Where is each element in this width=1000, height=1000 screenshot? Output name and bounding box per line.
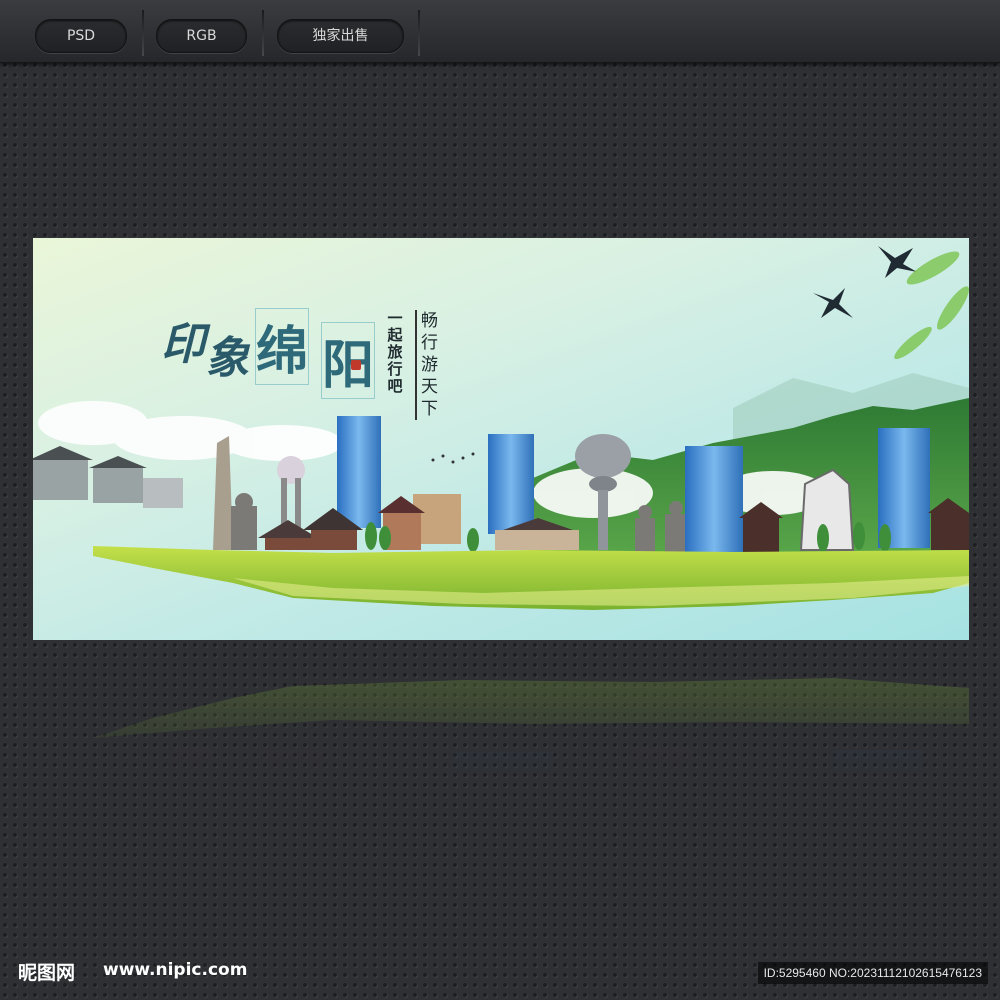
subtitle-char: 起 xyxy=(387,326,403,344)
site-url[interactable]: www.nipic.com xyxy=(103,960,247,980)
toolbar-divider xyxy=(142,10,144,56)
slogan-char: 天 xyxy=(421,377,438,397)
slogan-char: 行 xyxy=(421,333,438,353)
slogan-char: 畅 xyxy=(421,311,438,331)
top-toolbar: PSD RGB 独家出售 xyxy=(0,0,1000,63)
nipic-logo: 昵图网 xyxy=(18,962,76,984)
blue-tower-curved xyxy=(685,446,743,554)
exclusive-sale-tag[interactable]: 独家出售 xyxy=(277,19,404,53)
slogan-char: 游 xyxy=(421,355,438,375)
banner-reflection xyxy=(33,658,969,778)
subtitle-char: 行 xyxy=(387,360,403,378)
banner-title: 印 象 绵 阳 xyxy=(161,300,401,400)
subtitle-char: 吧 xyxy=(387,377,403,395)
slogan-char: 下 xyxy=(421,399,438,419)
rgb-tag[interactable]: RGB xyxy=(156,19,247,53)
title-char-1: 印 xyxy=(161,319,205,370)
banner-subtitle: 一 起 旅 行 吧 xyxy=(385,310,405,395)
toolbar-divider xyxy=(418,10,420,56)
title-char-2: 象 xyxy=(205,333,249,384)
banner-slogan: 畅 行 游 天 下 xyxy=(415,310,445,420)
psd-tag[interactable]: PSD xyxy=(35,19,127,53)
banner-artwork: 印 象 绵 阳 一 起 旅 行 吧 畅 行 游 天 下 xyxy=(33,238,969,640)
title-char-3: 绵 xyxy=(255,308,310,385)
subtitle-char: 一 xyxy=(387,309,403,327)
title-char-4: 阳 xyxy=(321,322,376,399)
reflection-illustration xyxy=(93,678,969,778)
blue-tower-left xyxy=(337,416,381,528)
swallow-birds xyxy=(813,246,917,318)
banner-illustration xyxy=(33,246,969,610)
red-seal xyxy=(351,360,361,370)
subtitle-char: 旅 xyxy=(387,343,403,361)
image-id-label: ID:5295460 NO:20231112102615476123 xyxy=(757,962,988,984)
blue-tower-center xyxy=(488,434,534,534)
toolbar-divider xyxy=(262,10,264,56)
bird-flock xyxy=(431,452,475,464)
